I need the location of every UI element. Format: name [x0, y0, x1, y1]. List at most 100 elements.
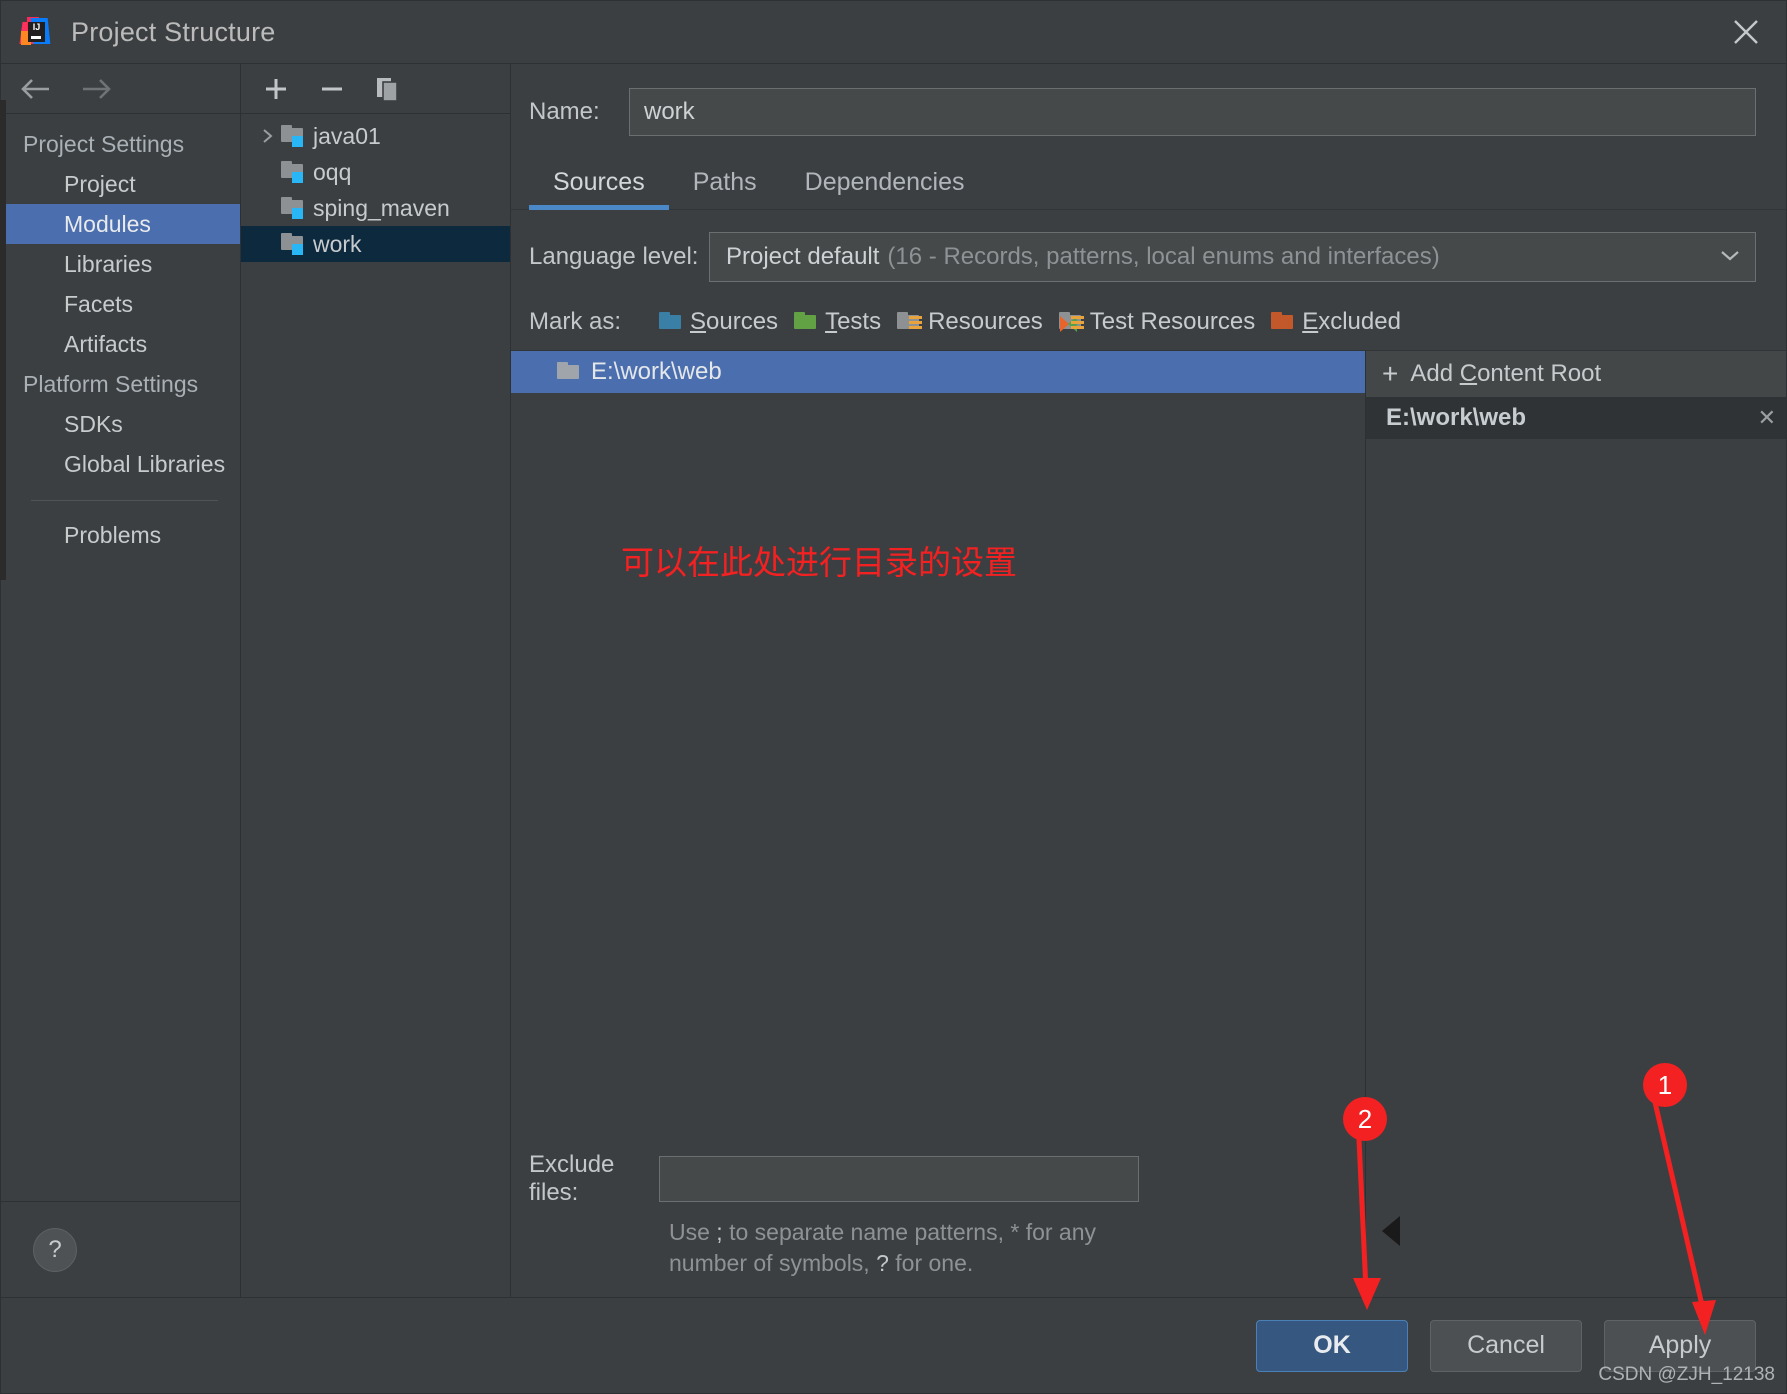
sidebar-item-artifacts[interactable]: Artifacts	[1, 324, 240, 364]
chevron-down-icon[interactable]	[1717, 246, 1743, 269]
language-level-row: Language level: Project default (16 - Re…	[511, 210, 1786, 282]
exclude-files-hint: Use ; to separate name patterns, * for a…	[669, 1217, 1099, 1279]
tab-sources[interactable]: Sources	[529, 158, 669, 210]
content-roots-editor: E:\work\web 可以在此处进行目录的设置 Exclude files: …	[511, 351, 1366, 1297]
sidebar-item-modules[interactable]: Modules	[1, 204, 240, 244]
exclude-files-row: Exclude files:	[519, 1151, 1345, 1207]
minus-icon[interactable]	[317, 74, 347, 104]
mark-as-sources-label: Sources	[690, 308, 779, 335]
hint-part: Use	[669, 1219, 717, 1245]
tree-row-label: oqq	[313, 158, 352, 185]
folder-icon	[557, 361, 581, 383]
sidebar-group-project-settings: Project Settings	[23, 131, 185, 157]
window-edge-strip	[0, 100, 6, 580]
content-root-sidebar: + Add Content Root E:\work\web ✕	[1366, 351, 1786, 1297]
module-name-input[interactable]	[629, 88, 1756, 136]
sidebar-item-problems[interactable]: Problems	[1, 515, 240, 555]
add-content-root-label: Add Content Root	[1410, 360, 1602, 387]
sidebar-toolbar	[1, 64, 240, 114]
content-root-row[interactable]: E:\work\web	[511, 351, 1365, 393]
sidebar-divider	[31, 500, 218, 501]
hint-part: for one.	[888, 1250, 974, 1276]
logo-text: IJ	[32, 22, 41, 32]
mark-as-label: Mark as:	[529, 308, 622, 335]
mark-as-sources-button[interactable]: Sources	[659, 308, 778, 336]
module-folder-icon	[281, 233, 305, 255]
mark-as-tests-label: Tests	[825, 308, 882, 335]
sidebar-item-project[interactable]: Project	[1, 164, 240, 204]
tree-row[interactable]: sping_maven	[241, 190, 510, 226]
mark-as-resources-button[interactable]: Resources	[897, 308, 1043, 336]
mark-as-tests-button[interactable]: Tests	[794, 308, 881, 336]
language-level-label: Language level:	[529, 243, 699, 270]
language-level-hint: (16 - Records, patterns, local enums and…	[887, 243, 1440, 270]
mark-as-test-resources-button[interactable]: Test Resources	[1058, 308, 1256, 336]
language-level-combo[interactable]: Project default (16 - Records, patterns,…	[709, 232, 1756, 282]
chevron-right-icon[interactable]	[255, 127, 281, 145]
tab-paths[interactable]: Paths	[669, 158, 781, 209]
mark-as-row: Mark as: Sources Tests Resources Test Re…	[511, 282, 1786, 336]
sidebar-item-libraries[interactable]: Libraries	[1, 244, 240, 284]
close-icon[interactable]	[1728, 14, 1764, 50]
sidebar-item-global-libraries[interactable]: Global Libraries	[1, 444, 240, 484]
copy-icon[interactable]	[373, 74, 403, 104]
mark-as-excluded-button[interactable]: Excluded	[1271, 308, 1401, 336]
sidebar-item-facets[interactable]: Facets	[1, 284, 240, 324]
module-folder-icon	[281, 161, 305, 183]
apply-button[interactable]: Apply	[1604, 1319, 1756, 1372]
sidebar-item-sdks[interactable]: SDKs	[1, 404, 240, 444]
module-folder-icon	[281, 125, 305, 147]
module-tree-list: java01 oqq sping_maven work	[241, 114, 510, 262]
arrow-right-icon[interactable]	[79, 76, 113, 102]
hint-question: ?	[876, 1250, 889, 1276]
resources-folder-icon	[897, 311, 923, 333]
module-name-row: Name:	[511, 64, 1786, 136]
content-root-entry[interactable]: E:\work\web ✕	[1366, 397, 1786, 439]
module-tree-panel: java01 oqq sping_maven work	[241, 64, 511, 1297]
window-title: Project Structure	[71, 16, 276, 47]
module-tabs: Sources Paths Dependencies	[511, 158, 1786, 210]
tree-row[interactable]: work	[241, 226, 510, 262]
help-button[interactable]: ?	[33, 1227, 77, 1272]
tree-row-label: java01	[313, 122, 381, 149]
mark-as-resources-label: Resources	[928, 308, 1043, 335]
tests-folder-icon	[794, 311, 818, 333]
plus-icon[interactable]	[261, 74, 291, 104]
tree-row[interactable]: oqq	[241, 154, 510, 190]
title-bar: IJ Project Structure	[1, 1, 1786, 63]
module-name-label: Name:	[529, 98, 600, 125]
intellij-logo-icon: IJ	[19, 17, 51, 47]
help-area: ?	[1, 1201, 240, 1297]
sidebar-list: Project Settings Project Modules Librari…	[1, 114, 240, 555]
sources-folder-icon	[659, 311, 683, 333]
dialog-body: Project Settings Project Modules Librari…	[1, 63, 1786, 1297]
tree-row-label: work	[313, 230, 362, 257]
language-level-value: Project default	[726, 243, 880, 270]
exclude-files-block: Exclude files: Use ; to separate name pa…	[511, 1151, 1365, 1297]
arrow-left-icon[interactable]	[19, 76, 53, 102]
close-icon[interactable]: ✕	[1758, 405, 1776, 431]
content-root-path: E:\work\web	[591, 358, 722, 385]
mark-as-excluded-label: Excluded	[1302, 308, 1401, 335]
test-resources-folder-icon	[1058, 311, 1084, 333]
excluded-folder-icon	[1271, 311, 1295, 333]
dialog-footer: OK Cancel Apply	[1, 1297, 1786, 1393]
tree-row-label: sping_maven	[313, 194, 450, 221]
content-root-entry-name: E:\work\web	[1386, 404, 1527, 431]
module-folder-icon	[281, 197, 305, 219]
module-detail-panel: Name: Sources Paths Dependencies Languag…	[511, 64, 1786, 1297]
tab-dependencies[interactable]: Dependencies	[781, 158, 989, 209]
exclude-files-label: Exclude files:	[529, 1151, 615, 1206]
cancel-button[interactable]: Cancel	[1430, 1319, 1582, 1372]
module-tree-toolbar	[241, 64, 510, 114]
mark-as-test-resources-label: Test Resources	[1089, 308, 1256, 335]
tree-row[interactable]: java01	[241, 118, 510, 154]
annotation-note-text: 可以在此处进行目录的设置	[621, 543, 1017, 582]
hint-part: to separate name patterns, * for any	[722, 1219, 1097, 1245]
ok-button[interactable]: OK	[1256, 1319, 1408, 1372]
exclude-files-input[interactable]	[659, 1156, 1139, 1202]
hint-part: number of symbols,	[669, 1250, 877, 1276]
settings-sidebar: Project Settings Project Modules Librari…	[1, 64, 241, 1297]
sidebar-group-platform-settings: Platform Settings	[23, 371, 199, 397]
add-content-root-button[interactable]: + Add Content Root	[1366, 351, 1786, 397]
